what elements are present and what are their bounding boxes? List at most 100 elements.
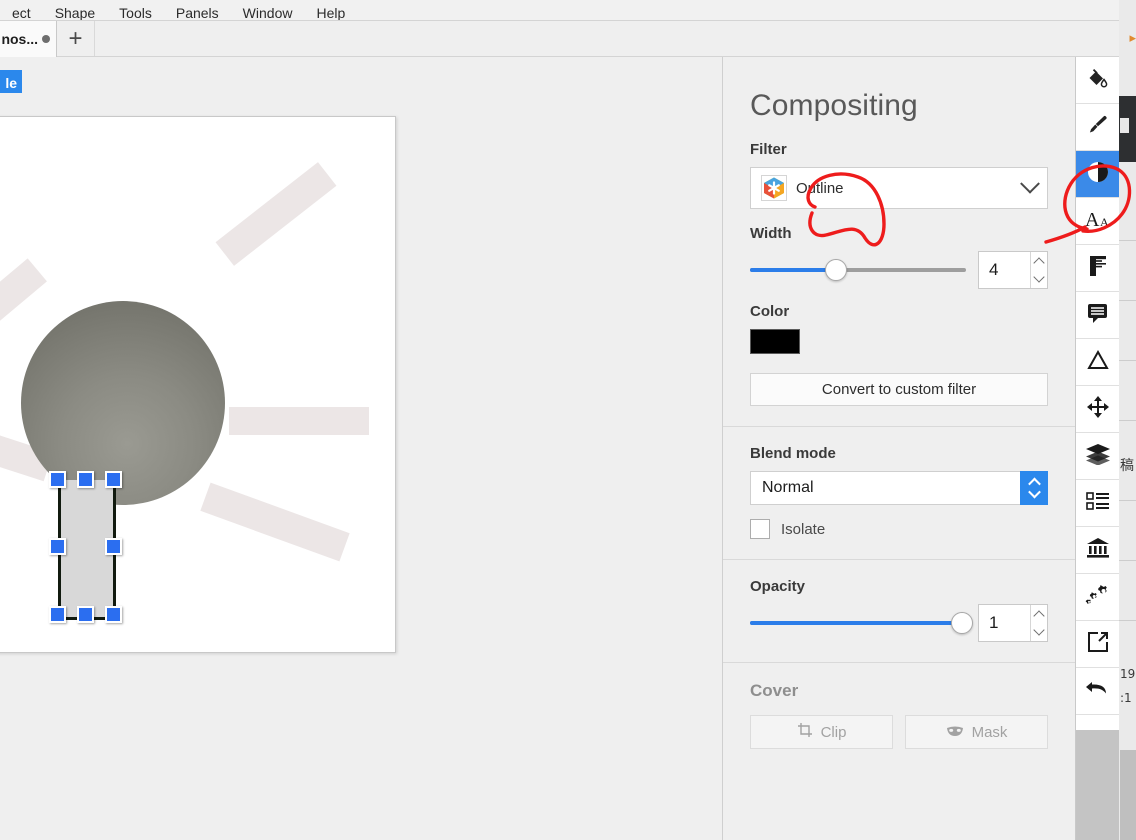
svg-text:A: A bbox=[1085, 209, 1100, 230]
background-dark-notch bbox=[1120, 118, 1129, 133]
blend-mode-select[interactable]: Normal bbox=[750, 471, 1048, 505]
isolate-row[interactable]: Isolate bbox=[750, 519, 1048, 539]
isolate-label: Isolate bbox=[781, 520, 826, 538]
rail-item-undo[interactable] bbox=[1076, 668, 1120, 715]
opacity-heading: Opacity bbox=[750, 578, 806, 595]
ray-shape[interactable] bbox=[200, 482, 350, 562]
convert-button-label: Convert to custom filter bbox=[821, 381, 977, 398]
opacity-slider[interactable] bbox=[750, 612, 973, 634]
selection-handle[interactable] bbox=[77, 471, 94, 488]
selection-handle[interactable] bbox=[105, 538, 122, 555]
blend-mode-section: Blend mode Normal Isolate bbox=[723, 445, 1075, 539]
background-cjk-text: 稿 bbox=[1120, 458, 1134, 474]
triangle-shape-icon bbox=[1086, 349, 1110, 376]
menu-bar: ect Shape Tools Panels Window Help bbox=[0, 0, 1119, 21]
isolate-checkbox[interactable] bbox=[750, 519, 770, 539]
menu-item-shape[interactable]: Shape bbox=[43, 6, 107, 20]
section-divider bbox=[723, 426, 1075, 427]
rail-item-move[interactable] bbox=[1076, 386, 1120, 433]
rail-item-extensions[interactable] bbox=[1076, 574, 1120, 621]
filter-select[interactable]: Outline bbox=[750, 167, 1048, 209]
plus-icon: + bbox=[68, 24, 83, 52]
document-tab[interactable]: nos... bbox=[0, 21, 57, 57]
stepper-updown-icon[interactable] bbox=[1020, 471, 1048, 505]
width-slider-row: 4 bbox=[750, 251, 1048, 289]
menu-item-help[interactable]: Help bbox=[304, 6, 357, 20]
selection-handle[interactable] bbox=[49, 538, 66, 555]
caret-down-icon[interactable] bbox=[1033, 271, 1045, 283]
tool-rail: A A bbox=[1075, 57, 1120, 840]
width-slider[interactable] bbox=[750, 259, 966, 281]
canvas-work-area[interactable] bbox=[0, 93, 722, 840]
undo-icon bbox=[1085, 679, 1111, 704]
clip-label: Clip bbox=[820, 723, 847, 741]
panel-title: Compositing bbox=[750, 89, 918, 122]
caret-down-icon[interactable] bbox=[1033, 624, 1045, 636]
document-page[interactable] bbox=[0, 116, 396, 653]
opacity-value[interactable]: 1 bbox=[979, 605, 1030, 641]
chevron-down-icon[interactable] bbox=[1020, 173, 1040, 194]
menu-item-window[interactable]: Window bbox=[231, 6, 305, 20]
background-separator bbox=[1119, 360, 1136, 361]
bank-library-icon bbox=[1086, 537, 1110, 564]
ray-shape[interactable] bbox=[215, 162, 337, 266]
clip-button[interactable]: Clip bbox=[750, 715, 893, 749]
menu-item-tools[interactable]: Tools bbox=[107, 6, 164, 20]
opacity-stepper[interactable]: 1 bbox=[978, 604, 1048, 642]
convert-to-custom-filter-button[interactable]: Convert to custom filter bbox=[750, 373, 1048, 406]
caret-up-icon[interactable] bbox=[1033, 257, 1045, 269]
width-slider-knob[interactable] bbox=[825, 259, 848, 281]
selection-handle[interactable] bbox=[105, 606, 122, 623]
tab-strip: nos... + bbox=[0, 21, 1119, 57]
menu-item-ect[interactable]: ect bbox=[0, 6, 43, 20]
opacity-slider-knob[interactable] bbox=[950, 612, 973, 634]
ruler-measure-icon bbox=[1087, 254, 1109, 283]
width-stepper[interactable]: 4 bbox=[978, 251, 1048, 289]
opacity-section: Opacity 1 bbox=[723, 578, 1075, 642]
ray-shape[interactable] bbox=[229, 407, 369, 435]
rail-item-paint-bucket[interactable] bbox=[1076, 57, 1120, 104]
document-tab-label: nos... bbox=[1, 31, 38, 47]
background-text-fragment: 19 bbox=[1120, 667, 1136, 681]
rail-item-layers[interactable] bbox=[1076, 433, 1120, 480]
width-value[interactable]: 4 bbox=[979, 252, 1030, 288]
menu-item-panels[interactable]: Panels bbox=[164, 6, 231, 20]
rail-item-compositing[interactable] bbox=[1076, 151, 1120, 198]
section-divider bbox=[723, 662, 1075, 663]
rail-item-export[interactable] bbox=[1076, 621, 1120, 668]
width-slider-fill bbox=[750, 268, 837, 272]
list-view-icon bbox=[1086, 491, 1110, 516]
selection-handle[interactable] bbox=[105, 471, 122, 488]
rail-item-comment[interactable] bbox=[1076, 292, 1120, 339]
gears-icon bbox=[1085, 583, 1111, 612]
mask-label: Mask bbox=[971, 723, 1008, 741]
rail-item-paint-brush[interactable] bbox=[1076, 104, 1120, 151]
blend-mode-value[interactable]: Normal bbox=[750, 471, 1020, 505]
mask-button[interactable]: Mask bbox=[905, 715, 1048, 749]
opacity-slider-fill bbox=[750, 621, 962, 625]
background-scrollbar-thumb[interactable] bbox=[1120, 750, 1136, 840]
rail-item-typography[interactable]: A A bbox=[1076, 198, 1120, 245]
background-separator bbox=[1119, 300, 1136, 301]
rail-item-triangle[interactable] bbox=[1076, 339, 1120, 386]
cover-buttons: Clip Mask bbox=[750, 715, 1048, 749]
opacity-stepper-arrows bbox=[1030, 605, 1047, 641]
rail-item-list-view[interactable] bbox=[1076, 480, 1120, 527]
background-separator bbox=[1119, 240, 1136, 241]
cover-heading: Cover bbox=[750, 681, 799, 700]
selection-handle[interactable] bbox=[77, 606, 94, 623]
selection-handle[interactable] bbox=[49, 606, 66, 623]
background-separator bbox=[1119, 420, 1136, 421]
color-swatch[interactable] bbox=[750, 329, 800, 354]
paint-brush-icon bbox=[1086, 113, 1110, 142]
selection-handle[interactable] bbox=[49, 471, 66, 488]
filter-section: Filter Outline Width 4 Color Convert to … bbox=[723, 141, 1075, 406]
cover-section: Cover Clip Mask bbox=[723, 681, 1075, 749]
rail-item-measure[interactable] bbox=[1076, 245, 1120, 292]
caret-up-icon[interactable] bbox=[1033, 610, 1045, 622]
compositing-panel: Compositing Filter Outline Width 4 Color… bbox=[722, 57, 1075, 840]
new-tab-button[interactable]: + bbox=[57, 21, 95, 56]
rail-item-library[interactable] bbox=[1076, 527, 1120, 574]
stepper-down-icon bbox=[1027, 485, 1041, 499]
ray-shape[interactable] bbox=[0, 258, 47, 346]
